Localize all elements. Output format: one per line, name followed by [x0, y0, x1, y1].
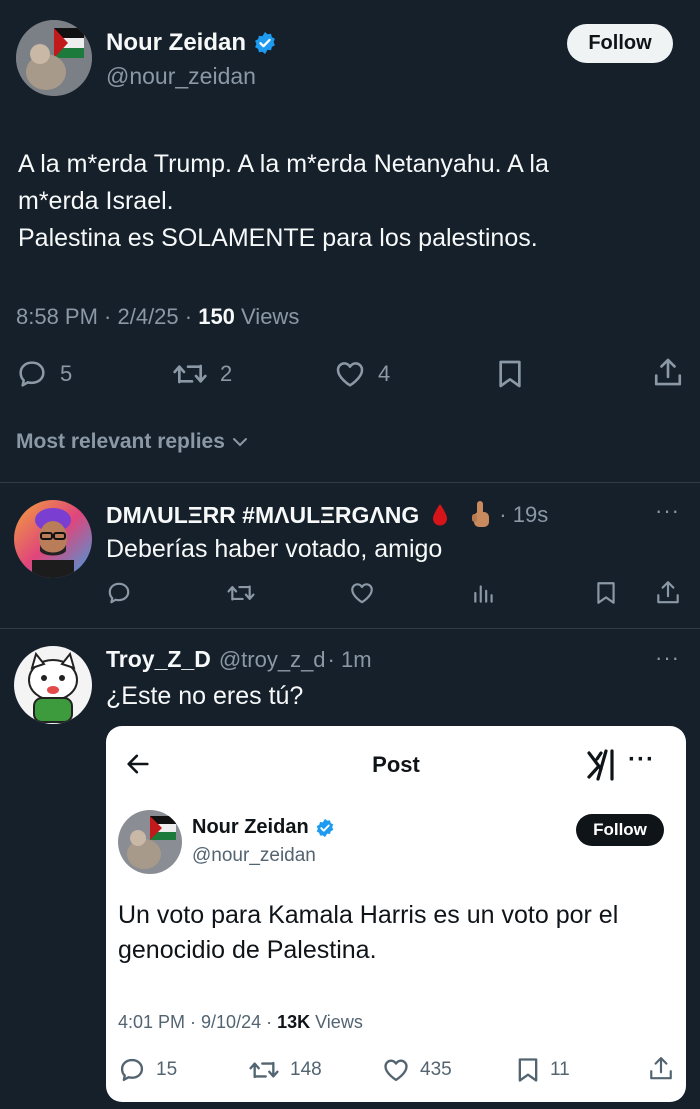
- embedded-text-line: genocidio de Palestina.: [118, 936, 377, 964]
- embedded-display-name: Nour Zeidan: [192, 816, 309, 838]
- tweet-text-line: m*erda Israel.: [18, 187, 174, 215]
- bookmark-icon: [594, 580, 618, 606]
- repost-icon: [172, 358, 208, 390]
- reply-analytics-button[interactable]: [471, 580, 497, 606]
- views-label: Views: [234, 304, 300, 329]
- tweet-text-line: Palestina es SOLAMENTE para los palestin…: [18, 224, 538, 252]
- reply-time: · 19s: [499, 502, 549, 527]
- follow-button[interactable]: Follow: [567, 24, 673, 63]
- verified-badge-icon: [253, 31, 277, 55]
- embedded-bookmark-count: 11: [550, 1059, 570, 1080]
- reply-count: 5: [60, 361, 73, 386]
- repost-count: 2: [220, 361, 233, 386]
- like-button[interactable]: 4: [334, 358, 390, 390]
- embedded-text-line: Un voto para Kamala Harris es un voto po…: [118, 901, 619, 929]
- reply-avatar[interactable]: [14, 500, 92, 578]
- author-name-row[interactable]: Nour Zeidan: [106, 29, 277, 57]
- embedded-screenshot[interactable]: Post ··· Nour Zeidan @nour_zeidan Follow…: [106, 726, 686, 1102]
- more-options-icon[interactable]: ···: [628, 746, 655, 774]
- tweet-timestamp[interactable]: 8:58 PM · 2/4/25 ·: [16, 304, 198, 329]
- views-count: 150: [198, 304, 235, 329]
- embedded-reply-stat: 15: [118, 1056, 177, 1084]
- embedded-follow-button[interactable]: Follow: [576, 814, 664, 846]
- bookmark-icon: [496, 358, 524, 390]
- section-divider: [0, 628, 700, 629]
- tweet-text: A la m*erda Trump. A la m*erda Netanyahu…: [18, 146, 549, 257]
- heart-icon: [349, 580, 375, 606]
- embedded-repost-count: 148: [290, 1059, 322, 1080]
- reply-author-row[interactable]: DMΛULΞRR #MΛULΞRGΛNG · 19s: [106, 500, 548, 530]
- embedded-like-count: 435: [420, 1059, 452, 1080]
- reply-bookmark-button[interactable]: [594, 580, 618, 606]
- embedded-reply-count: 15: [156, 1059, 178, 1080]
- embedded-tweet-text: Un voto para Kamala Harris es un voto po…: [118, 898, 618, 968]
- reply-author-handle: @troy_z_d: [218, 646, 326, 672]
- reply-reply-button[interactable]: [106, 580, 132, 606]
- reply-text: Deberías haber votado, amigo: [106, 535, 443, 563]
- chevron-down-icon: [231, 433, 249, 451]
- embedded-author-avatar[interactable]: [118, 810, 182, 874]
- embedded-handle: @nour_zeidan: [192, 845, 316, 866]
- heart-icon: [334, 358, 366, 390]
- embedded-timestamp: 4:01 PM · 9/10/24 ·: [118, 1012, 278, 1032]
- share-icon: [648, 1054, 674, 1084]
- reply-avatar[interactable]: [14, 646, 92, 724]
- author-handle: @nour_zeidan: [106, 63, 256, 89]
- reply-author-row[interactable]: Troy_Z_D @troy_z_d · 1m: [106, 646, 372, 673]
- blood-drop-emoji-icon: [431, 503, 449, 527]
- embedded-meta: 4:01 PM · 9/10/24 · 13K Views: [118, 1012, 363, 1033]
- share-button[interactable]: [652, 356, 684, 390]
- like-count: 4: [378, 361, 391, 386]
- repost-icon: [248, 1056, 280, 1084]
- embedded-like-stat: 435: [382, 1056, 452, 1084]
- repost-button[interactable]: 2: [172, 358, 232, 390]
- embedded-repost-stat: 148: [248, 1056, 322, 1084]
- reply-icon: [106, 580, 132, 606]
- replies-sort-dropdown[interactable]: Most relevant replies: [16, 430, 249, 454]
- verified-badge-icon: [315, 818, 335, 838]
- embedded-views-count: 13K: [277, 1012, 311, 1032]
- author-avatar[interactable]: [16, 20, 92, 96]
- embedded-bookmark-stat: 11: [516, 1056, 570, 1084]
- embedded-views-label: Views: [310, 1012, 363, 1032]
- share-icon: [652, 356, 684, 390]
- more-options-icon[interactable]: ···: [655, 498, 680, 524]
- bookmark-button[interactable]: [496, 358, 524, 390]
- reply-like-button[interactable]: [349, 580, 375, 606]
- tweet-meta: 8:58 PM · 2/4/25 · 150 Views: [16, 304, 299, 330]
- reply-text: ¿Este no eres tú?: [106, 682, 304, 710]
- share-icon: [655, 579, 681, 607]
- bookmark-icon: [516, 1056, 540, 1084]
- reply-icon: [16, 358, 48, 390]
- replies-sort-label: Most relevant replies: [16, 430, 225, 453]
- pointing-up-emoji-icon: [469, 500, 493, 530]
- reply-author-name: DMΛULΞRR #MΛULΞRGΛNG: [106, 501, 420, 528]
- reply-button[interactable]: 5: [16, 358, 72, 390]
- more-options-icon[interactable]: ···: [655, 645, 680, 671]
- tweet-text-line: A la m*erda Trump. A la m*erda Netanyahu…: [18, 150, 549, 178]
- analytics-icon: [471, 580, 497, 606]
- grok-icon[interactable]: [586, 748, 618, 787]
- reply-icon: [118, 1056, 146, 1084]
- reply-share-button[interactable]: [655, 579, 681, 607]
- reply-author-name: Troy_Z_D: [106, 646, 211, 672]
- embedded-author-row[interactable]: Nour Zeidan: [192, 816, 335, 839]
- heart-icon: [382, 1056, 410, 1084]
- embedded-share-stat: [648, 1054, 674, 1084]
- repost-icon: [226, 580, 256, 606]
- section-divider: [0, 482, 700, 483]
- reply-repost-button[interactable]: [226, 580, 256, 606]
- reply-time: · 1m: [327, 646, 372, 672]
- author-display-name: Nour Zeidan: [106, 29, 247, 56]
